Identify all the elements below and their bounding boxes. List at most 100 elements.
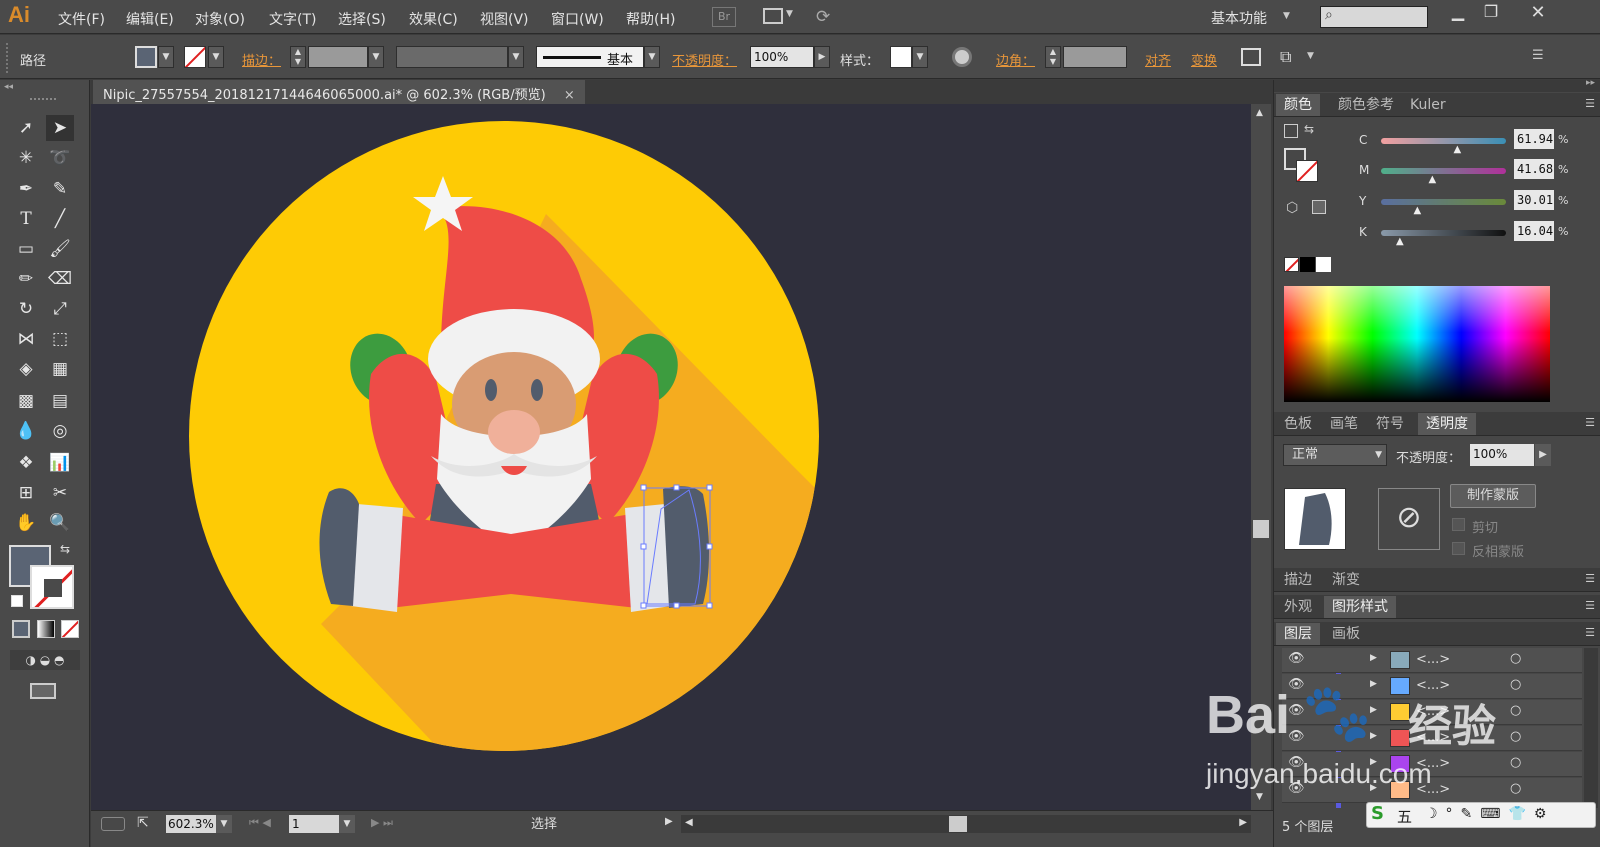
zoom-dropdown[interactable]: ▼ <box>216 815 232 833</box>
ime-toolbar[interactable]: S 五 ☽°✎⌨👕⚙ <box>1366 802 1596 828</box>
target-circle-icon[interactable]: ○ <box>1510 729 1521 744</box>
make-mask-button[interactable]: 制作蒙版 <box>1450 484 1536 508</box>
pencil-tool-icon[interactable]: ✏ <box>12 266 40 292</box>
invert-mask-checkbox[interactable] <box>1452 542 1465 555</box>
tab-artboards[interactable]: 画板 <box>1324 623 1368 645</box>
vertical-scrollbar[interactable]: ▲ ▼ <box>1251 104 1271 810</box>
brush-definition[interactable]: 基本 <box>536 46 644 68</box>
tab-gradient[interactable]: 渐变 <box>1324 569 1368 591</box>
eye-icon[interactable]: 👁 <box>1288 729 1305 744</box>
layer-row[interactable]: 👁 ▶ <...> ○ <box>1282 648 1582 673</box>
lasso-tool-icon[interactable]: ➰ <box>46 145 74 171</box>
stroke-dropdown[interactable]: ▼ <box>208 46 224 68</box>
expand-arrow-icon[interactable]: ▶ <box>1370 731 1377 741</box>
sync-settings-icon[interactable]: ⟳ <box>816 7 830 27</box>
menu-select[interactable]: 选择(S) <box>338 9 386 29</box>
column-graph-tool-icon[interactable]: 📊 <box>46 450 74 476</box>
ime-mode-label[interactable]: 五 <box>1397 806 1412 827</box>
scroll-up-icon[interactable]: ▲ <box>1256 108 1263 118</box>
fill-dropdown[interactable]: ▼ <box>158 46 174 68</box>
selection-tool-icon[interactable]: ➚ <box>12 115 40 141</box>
tab-brushes[interactable]: 画笔 <box>1322 413 1366 435</box>
stroke-weight-input[interactable] <box>308 46 368 68</box>
hscroll-thumb[interactable] <box>949 816 967 832</box>
shape-options-icon[interactable]: ⧉ <box>1280 47 1291 67</box>
curvature-tool-icon[interactable]: ✎ <box>46 176 74 202</box>
share-icon[interactable]: ⇱ <box>137 815 149 831</box>
stroke-swatch[interactable] <box>184 46 206 68</box>
tab-appearance[interactable]: 外观 <box>1276 596 1320 618</box>
target-circle-icon[interactable]: ○ <box>1510 755 1521 770</box>
scale-tool-icon[interactable]: ⤢ <box>46 296 74 322</box>
first-artboard-icon[interactable]: ⏮ ◀ <box>249 816 271 830</box>
slider-track-c[interactable] <box>1381 138 1506 144</box>
blend-tool-icon[interactable]: ◎ <box>46 418 74 444</box>
none-mode-icon[interactable] <box>61 620 79 638</box>
collapse-icon[interactable]: ▸▸ <box>1586 78 1595 88</box>
layer-name[interactable]: <...> <box>1416 730 1450 745</box>
slider-thumb-y[interactable]: ▲ <box>1414 205 1422 216</box>
document-tab[interactable]: Nipic_27557554_20181217144646065000.ai* … <box>93 80 585 104</box>
default-fill-stroke-icon[interactable] <box>1284 124 1298 138</box>
dock-header[interactable]: ▸▸ <box>1274 78 1600 92</box>
zoom-tool-icon[interactable]: 🔍 <box>46 510 74 536</box>
direct-selection-tool-icon[interactable]: ➤ <box>46 115 74 141</box>
panel-menu-icon[interactable]: ☰ <box>1585 599 1595 612</box>
object-thumbnail[interactable] <box>1284 488 1346 550</box>
shape-builder-tool-icon[interactable]: ◈ <box>12 356 40 382</box>
tab-color-guide[interactable]: 颜色参考 <box>1330 94 1402 116</box>
menu-window[interactable]: 窗口(W) <box>551 9 604 29</box>
draw-mode-icons[interactable]: ◑ ◒ ◓ <box>10 650 80 670</box>
rectangle-tool-icon[interactable]: ▭ <box>12 236 40 262</box>
screen-mode-icon[interactable] <box>30 683 56 699</box>
menu-type[interactable]: 文字(T) <box>269 9 316 29</box>
eye-icon[interactable]: 👁 <box>1288 677 1305 692</box>
opacity-label[interactable]: 不透明度： <box>672 50 737 69</box>
menu-view[interactable]: 视图(V) <box>480 9 529 29</box>
slider-track-y[interactable] <box>1381 199 1506 205</box>
value-m[interactable]: 41.68 <box>1514 159 1554 179</box>
scroll-thumb[interactable] <box>1253 520 1269 538</box>
magic-wand-tool-icon[interactable]: ✳ <box>12 145 40 171</box>
web-safe-swatch[interactable] <box>1312 200 1326 214</box>
slider-thumb-c[interactable]: ▲ <box>1454 144 1462 155</box>
no-mask-icon[interactable]: ⊘ <box>1378 488 1440 550</box>
out-of-web-color-icon[interactable]: ⬡ <box>1286 200 1298 216</box>
style-dropdown[interactable]: ▼ <box>912 46 928 68</box>
rotate-tool-icon[interactable]: ↻ <box>12 296 40 322</box>
layers-scrollbar[interactable] <box>1584 648 1598 808</box>
slice-tool-icon[interactable]: ✂ <box>46 480 74 506</box>
tab-swatches[interactable]: 色板 <box>1276 413 1320 435</box>
restore-icon[interactable]: ❐ <box>1476 2 1506 24</box>
panel-menu-icon[interactable]: ☰ <box>1585 416 1595 429</box>
graphic-style-swatch[interactable] <box>890 46 912 68</box>
scroll-down-icon[interactable]: ▼ <box>1256 792 1263 802</box>
chevron-down-icon[interactable]: ▼ <box>1307 51 1314 61</box>
stroke-weight-dropdown[interactable]: ▼ <box>368 46 384 68</box>
gradient-mode-icon[interactable] <box>37 620 55 638</box>
recolor-artwork-icon[interactable] <box>952 47 972 67</box>
menu-file[interactable]: 文件(F) <box>58 9 105 29</box>
tab-graphic-styles[interactable]: 图形样式 <box>1324 596 1396 618</box>
grip-icon[interactable] <box>6 43 10 73</box>
close-icon[interactable]: ✕ <box>1518 2 1558 24</box>
color-stroke-swatch[interactable] <box>1296 160 1318 182</box>
menu-effect[interactable]: 效果(C) <box>409 9 458 29</box>
expand-arrow-icon[interactable]: ▶ <box>1370 705 1377 715</box>
value-y[interactable]: 30.01 <box>1514 190 1554 210</box>
default-colors-icon[interactable] <box>11 595 23 607</box>
eraser-tool-icon[interactable]: ⌫ <box>46 266 74 292</box>
perspective-grid-tool-icon[interactable]: ▦ <box>46 356 74 382</box>
scroll-right-icon[interactable]: ▶ <box>1239 817 1247 828</box>
slider-track-m[interactable] <box>1381 168 1506 174</box>
corner-input[interactable] <box>1063 46 1127 68</box>
tab-kuler[interactable]: Kuler <box>1402 94 1454 116</box>
layer-name[interactable]: <...> <box>1416 652 1450 667</box>
target-circle-icon[interactable]: ○ <box>1510 781 1521 796</box>
horizontal-scrollbar[interactable]: ◀ ▶ <box>681 815 1251 833</box>
tab-stroke[interactable]: 描边 <box>1276 569 1320 591</box>
last-artboard-icon[interactable]: ▶ ⏭ <box>371 816 393 830</box>
brush-dropdown[interactable]: ▼ <box>644 46 660 68</box>
slider-thumb-m[interactable]: ▲ <box>1429 174 1437 185</box>
paintbrush-tool-icon[interactable]: 🖌 <box>46 236 74 262</box>
